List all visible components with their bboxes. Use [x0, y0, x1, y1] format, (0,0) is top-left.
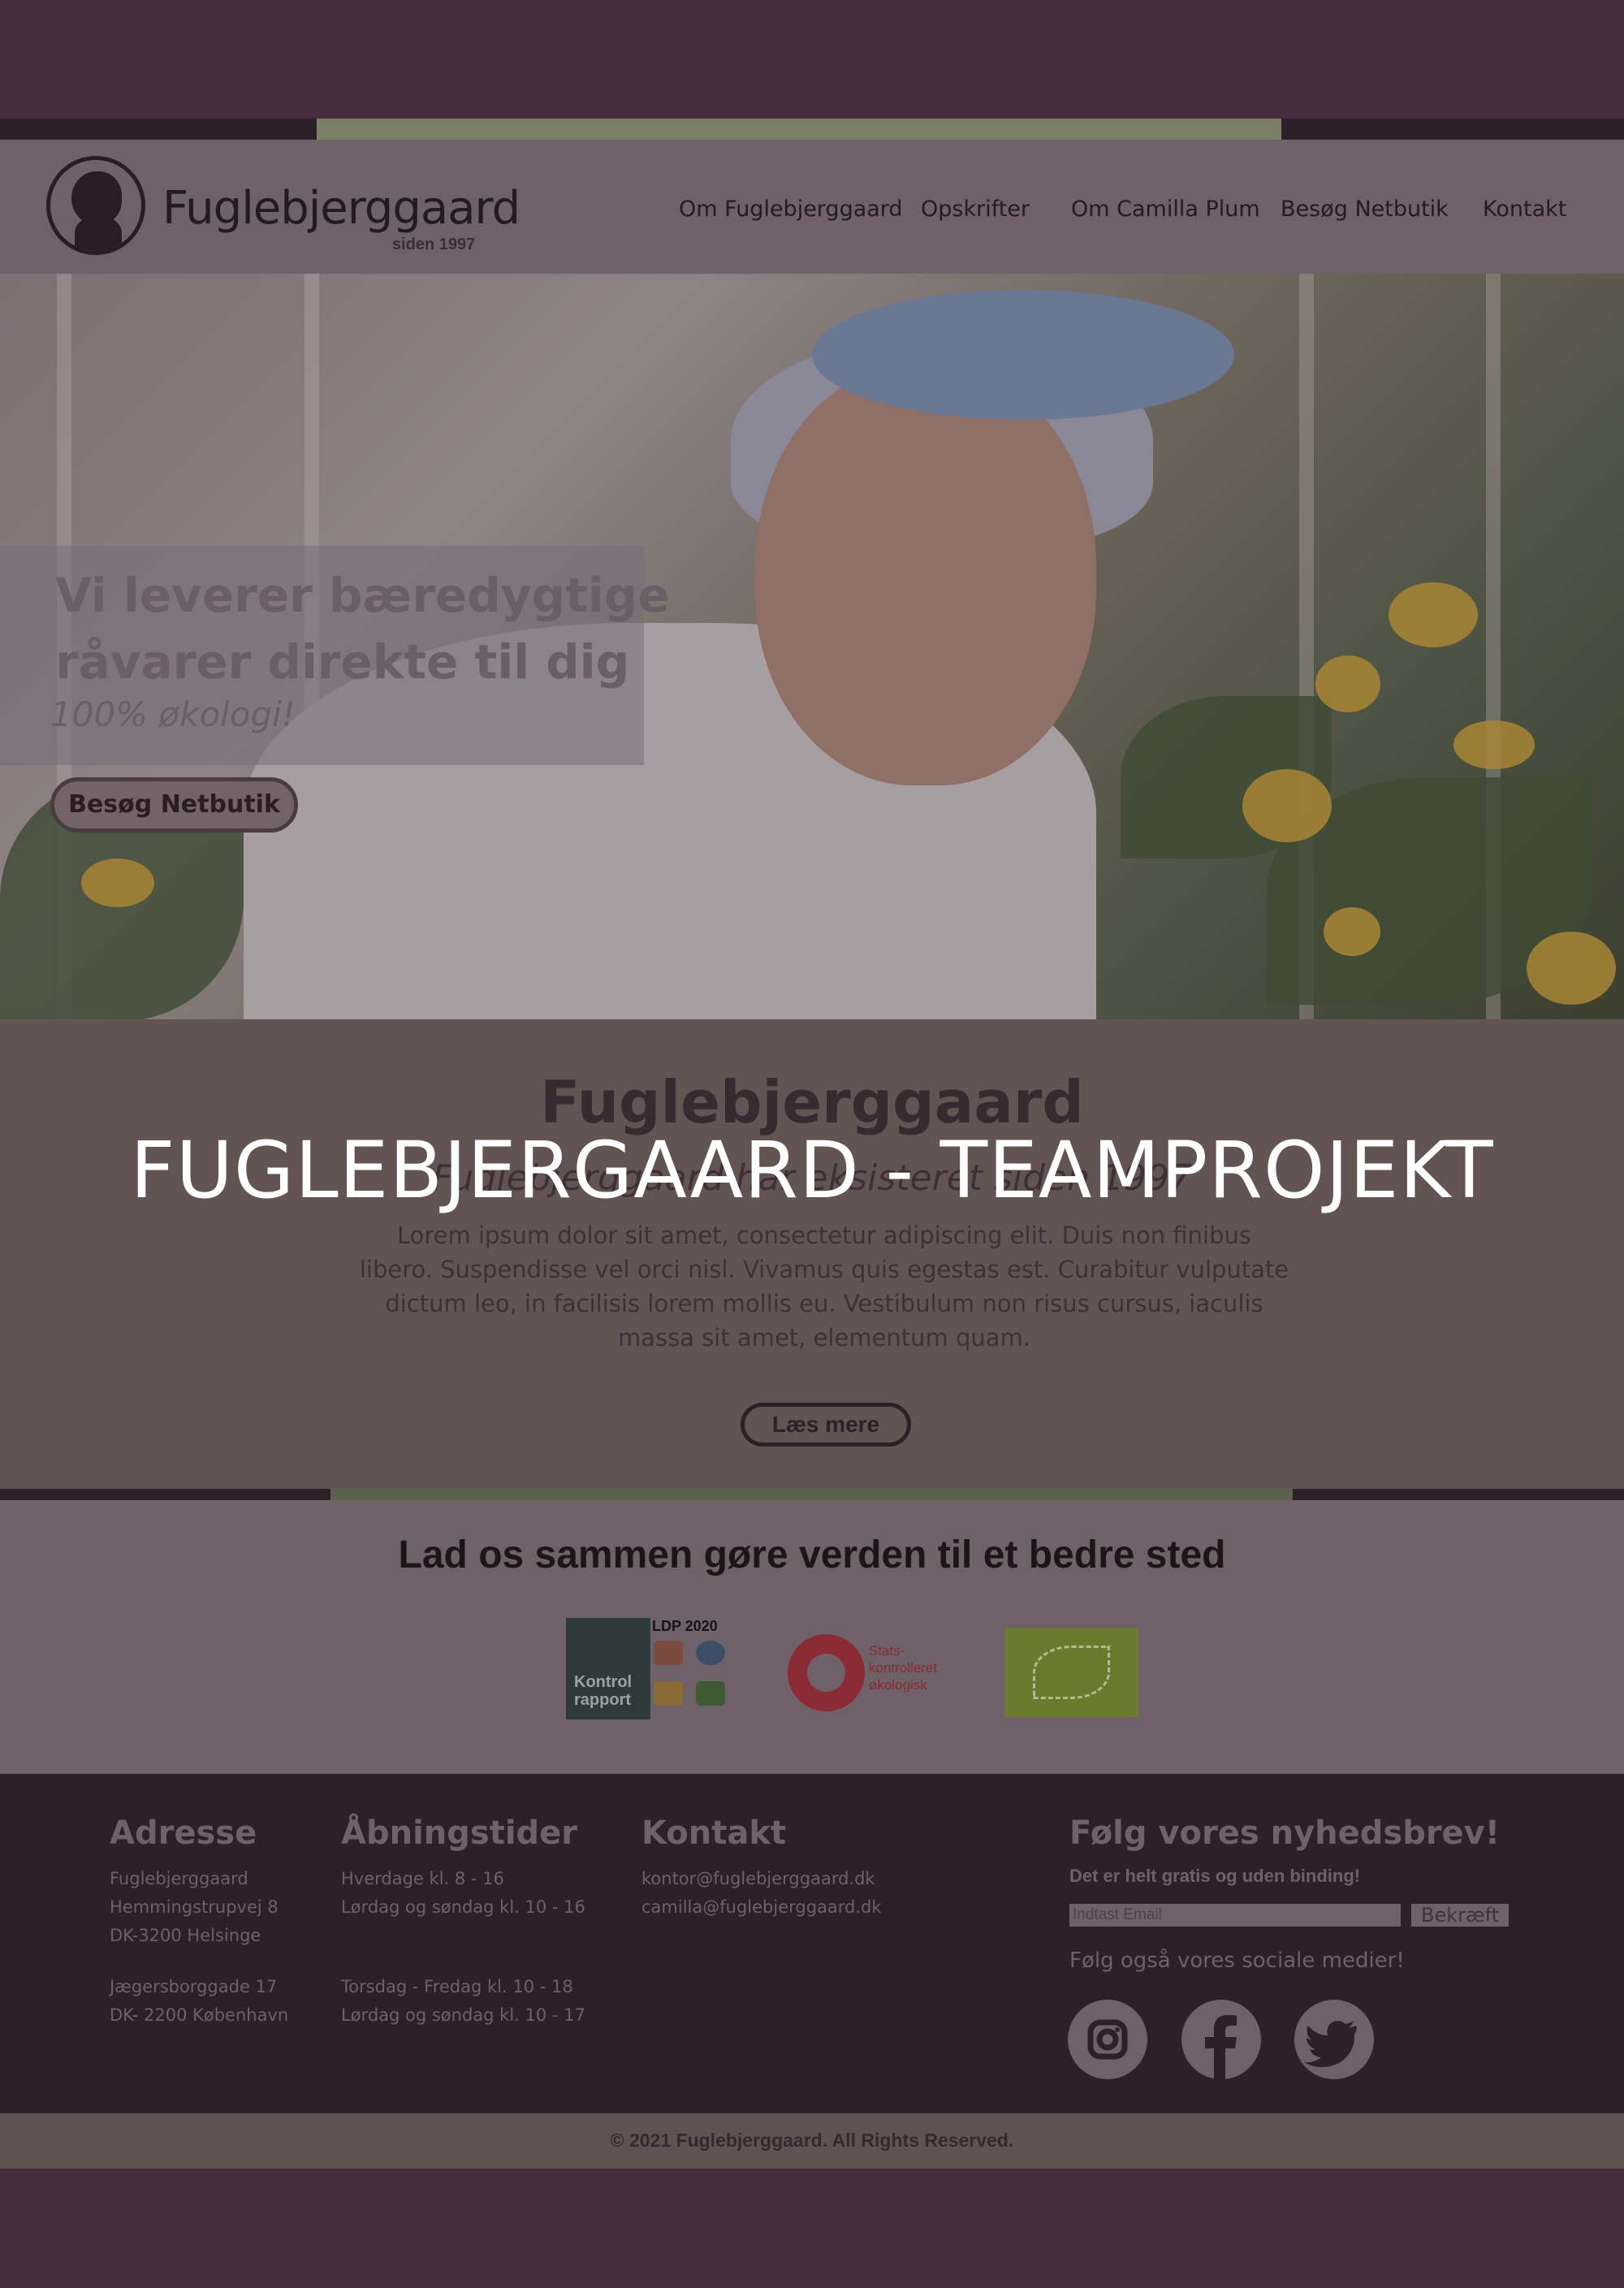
mid-stripe-accent [330, 1489, 1293, 1500]
tree-icon [696, 1681, 725, 1706]
intro-body: Lorem ipsum dolor sit amet, consectetur … [359, 1222, 1289, 1352]
address-line: DK-3200 Helsinge [110, 1926, 261, 1945]
mid-stripe [0, 1489, 1624, 1500]
oe-mark-inner [807, 1654, 845, 1692]
pig-icon [696, 1641, 725, 1665]
hero-flower [1453, 720, 1535, 769]
address-heading: Adresse [110, 1814, 257, 1852]
hero-woman-scarf [812, 290, 1234, 420]
twitter-icon[interactable] [1294, 2000, 1374, 2079]
hero-flower [1324, 907, 1380, 956]
newsletter-confirm-button[interactable]: Bekræft [1411, 1904, 1509, 1927]
logo-portrait-icon[interactable] [46, 156, 145, 255]
stats-kontrolleret-logo[interactable]: Stats- kontrolleret økologisk [788, 1634, 962, 1715]
hero-flower [1527, 932, 1616, 1005]
site-footer: Adresse Fuglebjerggaard Hemmingstrupvej … [0, 1774, 1624, 2113]
hours-block-1: Hverdage kl. 8 - 16 Lørdag og søndag kl.… [341, 1865, 585, 1922]
newsletter-email-input[interactable] [1069, 1904, 1401, 1927]
newsletter-heading: Følg vores nyhedsbrev! [1069, 1814, 1500, 1852]
eu-organic-logo[interactable] [1004, 1628, 1138, 1717]
logo-subtitle: siden 1997 [392, 236, 476, 253]
ldp-label: LDP 2020 [652, 1618, 718, 1634]
copyright-text: © 2021 Fuglebjerggaard. All Rights Reser… [610, 2130, 1014, 2151]
hero-section: Vi leverer bæredygtige råvarer direkte t… [0, 274, 1624, 1019]
address-block-1: Fuglebjerggaard Hemmingstrupvej 8 DK-320… [110, 1865, 279, 1950]
address-line: DK- 2200 København [110, 2005, 289, 2025]
flower-icon [654, 1681, 683, 1706]
instagram-glyph [1087, 2019, 1128, 2060]
nav-opskrifter[interactable]: Opskrifter [921, 197, 1030, 222]
hero-flower [81, 859, 154, 907]
hero-tagline: 100% økologi! [50, 694, 296, 734]
hours-heading: Åbningstider [341, 1814, 578, 1852]
hero-flower [1389, 582, 1478, 647]
top-stripe [0, 119, 1624, 140]
ldp-logo[interactable]: Kontrol rapport LDP 2020 [566, 1618, 732, 1719]
eu-leaf-icon [1033, 1646, 1110, 1699]
facebook-icon[interactable] [1181, 2000, 1261, 2079]
hero-title: Vi leverer bæredygtige råvarer direkte t… [55, 568, 670, 690]
hero-woman-face [755, 363, 1096, 785]
social-label: Følg også vores sociale medier! [1069, 1948, 1405, 1973]
hero-flower [1315, 655, 1380, 712]
address-block-2: Jægersborggade 17 DK- 2200 København [110, 1973, 288, 2030]
intro-section: Fuglebjerggaard Fuglebjerggaard har eksi… [0, 1019, 1624, 1489]
address-line: Hemmingstrupvej 8 [110, 1897, 279, 1917]
overlay-title: FUGLEBJERGAARD - TEAMPROJEKT [130, 1125, 1494, 1216]
address-line: Jægersborggade 17 [110, 1977, 278, 1996]
newsletter-subtext: Det er helt gratis og uden binding! [1069, 1866, 1361, 1886]
top-stripe-accent [317, 119, 1281, 140]
kontrol-rapport-badge: Kontrol rapport [566, 1618, 650, 1719]
hours-line: Torsdag - Fredag kl. 10 - 18 [341, 1977, 573, 1996]
twitter-glyph [1304, 2021, 1357, 2068]
oe-mark-icon [788, 1634, 865, 1711]
hours-line: Lørdag og søndag kl. 10 - 17 [341, 2005, 585, 2025]
bottom-margin [0, 2169, 1624, 2288]
certifications-section: Lad os sammen gøre verden til et bedre s… [0, 1500, 1624, 1774]
logo-text[interactable]: Fuglebjerggaard [162, 182, 520, 235]
hours-line: Lørdag og søndag kl. 10 - 16 [341, 1897, 585, 1917]
logo-neck-shape [75, 217, 122, 251]
read-more-button[interactable]: Læs mere [741, 1403, 911, 1447]
hours-line: Hverdage kl. 8 - 16 [341, 1869, 504, 1888]
kontrol-rapport-label: Kontrol rapport [574, 1673, 633, 1709]
top-margin [0, 0, 1624, 119]
chicken-icon [654, 1641, 683, 1665]
nav-besog-netbutik[interactable]: Besøg Netbutik [1281, 197, 1449, 222]
nav-om-camilla-plum[interactable]: Om Camilla Plum [1071, 197, 1260, 222]
page: Fuglebjerggaard siden 1997 Om Fuglebjerg… [0, 0, 1624, 2288]
contact-block: kontor@fuglebjerggaard.dk camilla@fugleb… [641, 1865, 882, 1922]
stats-kontrolleret-label: Stats- kontrolleret økologisk [869, 1643, 938, 1693]
certifications-title: Lad os sammen gøre verden til et bedre s… [398, 1533, 1226, 1577]
email-link[interactable]: kontor@fuglebjerggaard.dk [641, 1865, 882, 1893]
instagram-icon[interactable] [1068, 2000, 1147, 2079]
site-header: Fuglebjerggaard siden 1997 Om Fuglebjerg… [0, 140, 1624, 275]
hours-block-2: Torsdag - Fredag kl. 10 - 18 Lørdag og s… [341, 1973, 585, 2030]
facebook-glyph [1205, 2015, 1237, 2079]
hero-flower [1242, 769, 1332, 842]
contact-heading: Kontakt [641, 1814, 787, 1852]
visit-shop-button[interactable]: Besøg Netbutik [50, 777, 298, 833]
copyright-bar: © 2021 Fuglebjerggaard. All Rights Reser… [0, 2113, 1624, 2169]
nav-kontakt[interactable]: Kontakt [1483, 197, 1566, 222]
nav-om-fuglebjerggaard[interactable]: Om Fuglebjerggaard [679, 197, 903, 222]
address-line: Fuglebjerggaard [110, 1869, 248, 1888]
email-link[interactable]: camilla@fuglebjerggaard.dk [641, 1893, 882, 1922]
